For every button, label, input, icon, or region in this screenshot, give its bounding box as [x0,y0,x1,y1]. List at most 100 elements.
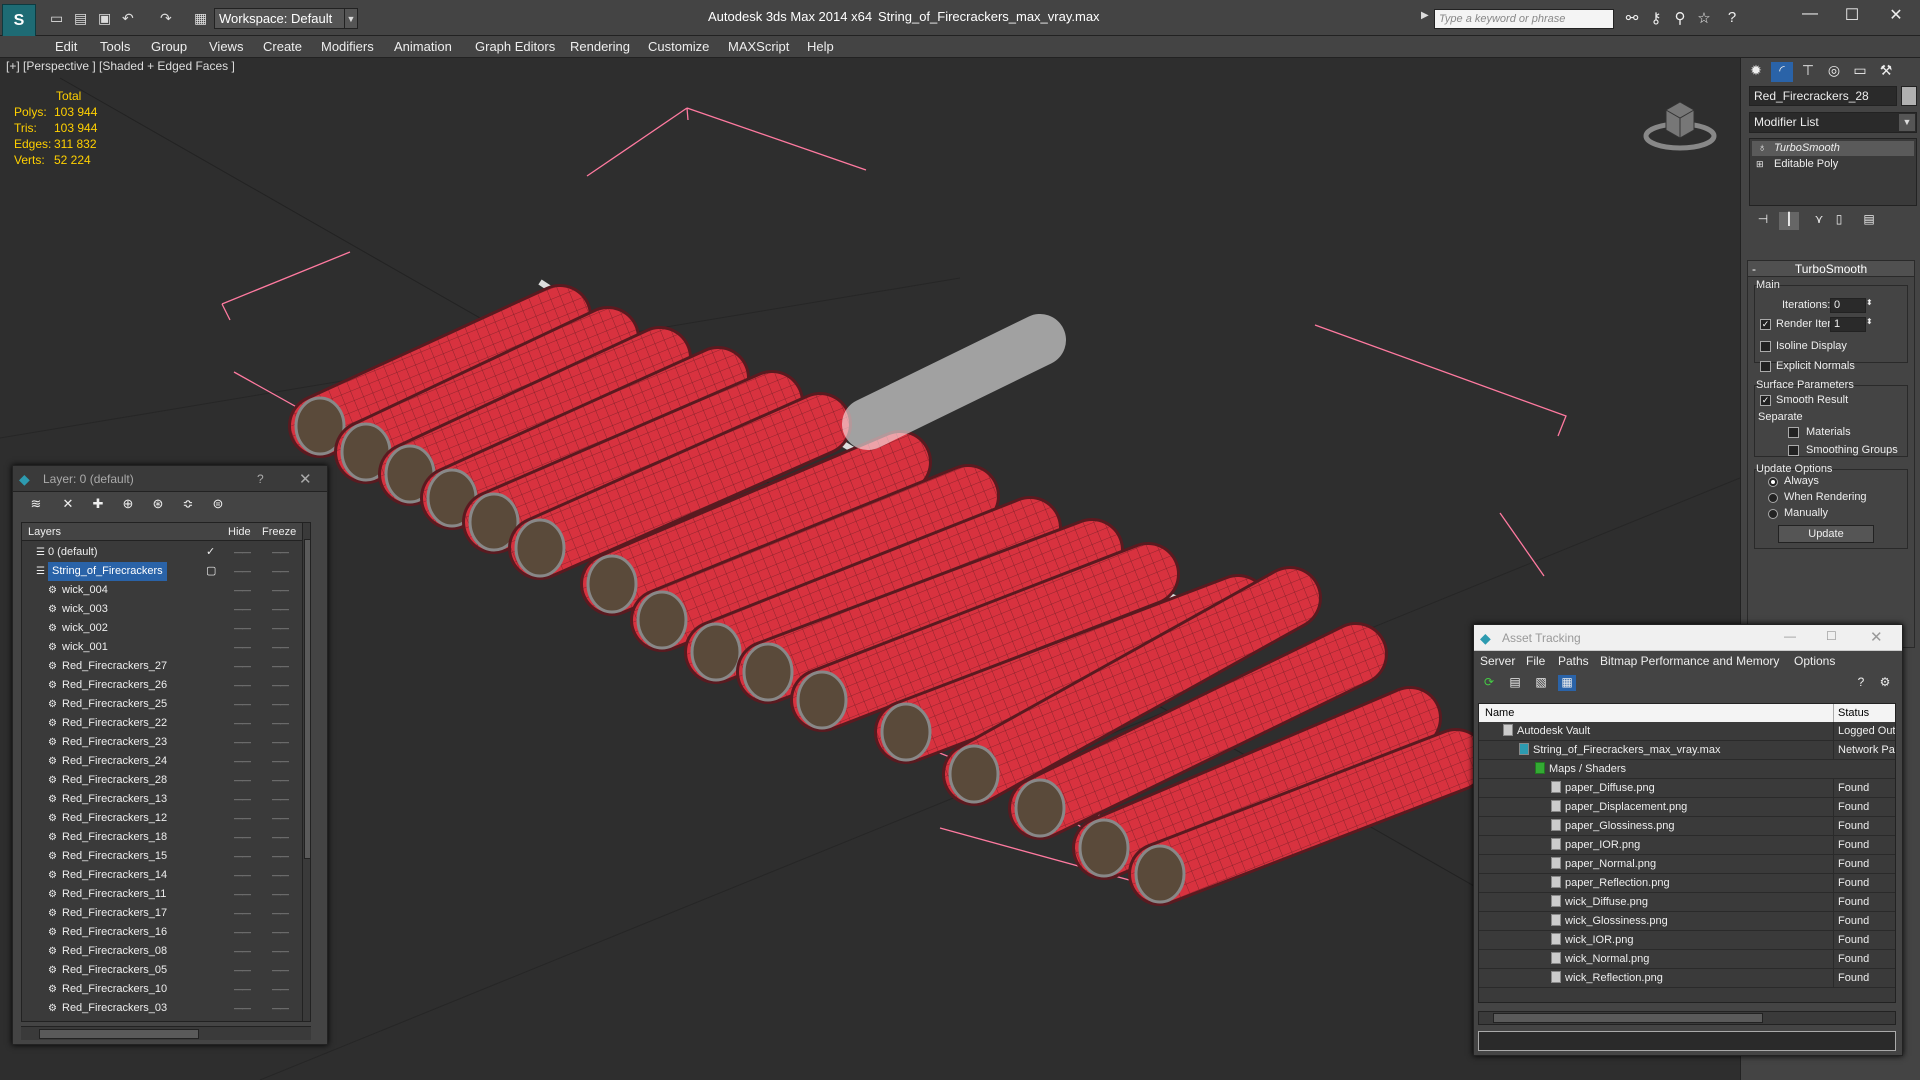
hide-toggle[interactable]: —— [234,600,251,619]
menu-tools[interactable]: Tools [100,39,130,54]
stack-item-turbosmooth[interactable]: ♁ TurboSmooth [1752,141,1914,156]
layer-row[interactable]: ⚙ Red_Firecrackers_14 —— —— [22,866,302,885]
delete-layer-icon[interactable]: ✕ [59,496,77,514]
layer-row[interactable]: ⚙ Red_Firecrackers_11 —— —— [22,885,302,904]
render-iters-checkbox[interactable]: ✓ [1760,319,1771,330]
layer-row[interactable]: ⚙ Red_Firecrackers_24 —— —— [22,752,302,771]
hide-all-icon[interactable]: ⊜ [209,496,227,514]
display-tab-icon[interactable]: ▭ [1849,62,1871,82]
help-icon[interactable]: ? [1722,9,1742,29]
layers-icon[interactable]: ≋ [27,496,45,514]
layer-row[interactable]: ⚙ wick_003 —— —— [22,600,302,619]
hide-toggle[interactable]: —— [234,619,251,638]
asset-row[interactable]: wick_Reflection.png Found [1479,969,1895,988]
asset-row[interactable]: paper_Reflection.png Found [1479,874,1895,893]
freeze-toggle[interactable]: —— [272,619,289,638]
create-tab-icon[interactable]: ✹ [1745,62,1767,82]
thumbnail-view-icon[interactable]: ▧ [1532,675,1550,691]
object-color-swatch[interactable] [1901,86,1917,106]
asset-row[interactable]: wick_Glossiness.png Found [1479,912,1895,931]
star-icon[interactable]: ☆ [1694,9,1714,29]
layer-row[interactable]: ⚙ Red_Firecrackers_05 —— —— [22,961,302,980]
hide-toggle[interactable]: —— [234,847,251,866]
make-current-layer-icon[interactable]: ▢ [206,562,216,581]
rollout-header[interactable]: - TurboSmooth [1748,261,1914,277]
asset-menu-paths[interactable]: Paths [1558,654,1589,668]
expand-icon[interactable]: ⊞ [1756,157,1764,172]
asset-path-field[interactable] [1478,1031,1896,1051]
asset-menu-server[interactable]: Server [1480,654,1515,668]
freeze-toggle[interactable]: —— [272,809,289,828]
stack-item-editable-poly[interactable]: ⊞ Editable Poly [1752,157,1914,172]
layer-row[interactable]: ⚙ wick_004 —— —— [22,581,302,600]
project-folder-icon[interactable]: ▦ [194,10,207,27]
binoculars-icon[interactable]: ⚯ [1622,9,1642,29]
hide-toggle[interactable]: —— [234,714,251,733]
chevron-down-icon[interactable]: ▼ [344,8,358,29]
isoline-display-checkbox[interactable] [1760,341,1771,352]
hide-toggle[interactable]: —— [234,676,251,695]
hide-toggle[interactable]: —— [234,942,251,961]
modifier-list-dropdown[interactable]: Modifier List [1749,112,1917,133]
redo-icon[interactable]: ↷ [160,10,172,27]
hide-toggle[interactable]: —— [234,695,251,714]
hide-toggle[interactable]: —— [234,885,251,904]
freeze-toggle[interactable]: —— [272,923,289,942]
undo-icon[interactable]: ↶ [122,10,134,27]
layer-row[interactable]: ⚙ Red_Firecrackers_15 —— —— [22,847,302,866]
asset-row[interactable]: wick_Diffuse.png Found [1479,893,1895,912]
close-icon[interactable]: ✕ [1876,5,1916,27]
layer-row[interactable]: ⚙ Red_Firecrackers_12 —— —— [22,809,302,828]
hide-toggle[interactable]: —— [234,790,251,809]
menu-edit[interactable]: Edit [55,39,77,54]
maximize-icon[interactable]: ☐ [1826,629,1837,643]
motion-tab-icon[interactable]: ◎ [1823,62,1845,82]
layer-row[interactable]: ☰ String_of_Firecrackers —— —— ▢ [22,562,302,581]
layer-row[interactable]: ⚙ Red_Firecrackers_18 —— —— [22,828,302,847]
freeze-toggle[interactable]: —— [272,961,289,980]
always-radio[interactable] [1768,477,1778,487]
layer-row[interactable]: ⚙ Red_Firecrackers_08 —— —— [22,942,302,961]
asset-horizontal-scrollbar[interactable] [1478,1011,1896,1025]
hide-toggle[interactable]: —— [234,581,251,600]
smoothing-groups-checkbox[interactable] [1788,445,1799,456]
asset-row[interactable]: Maps / Shaders [1479,760,1895,779]
layer-horizontal-scrollbar[interactable] [21,1026,311,1040]
scroll-thumb[interactable] [1493,1013,1763,1023]
freeze-toggle[interactable]: —— [272,543,289,562]
freeze-toggle[interactable]: —— [272,771,289,790]
layer-row[interactable]: ⚙ Red_Firecrackers_23 —— —— [22,733,302,752]
explicit-normals-checkbox[interactable] [1760,361,1771,372]
modify-tab-icon[interactable]: ◜ [1771,62,1793,82]
asset-row[interactable]: paper_Displacement.png Found [1479,798,1895,817]
new-file-icon[interactable]: ▭ [50,10,63,27]
help-icon[interactable]: ? [1852,675,1870,691]
freeze-toggle[interactable]: —— [272,657,289,676]
close-icon[interactable]: ✕ [299,470,312,488]
workspace-dropdown[interactable]: Workspace: Default [214,8,348,29]
hide-toggle[interactable]: —— [234,657,251,676]
menu-modifiers[interactable]: Modifiers [321,39,374,54]
open-file-icon[interactable]: ▤ [74,10,87,27]
asset-row[interactable]: wick_Normal.png Found [1479,950,1895,969]
pin-stack-icon[interactable]: ⊣ [1753,212,1773,230]
materials-checkbox[interactable] [1788,427,1799,438]
hide-toggle[interactable]: —— [234,999,251,1018]
key-icon[interactable]: ⚷ [1646,9,1666,29]
hide-toggle[interactable]: —— [234,828,251,847]
asset-menu-file[interactable]: File [1526,654,1545,668]
render-iters-spinner[interactable]: 1 [1830,317,1866,332]
layer-row[interactable]: ⚙ wick_002 —— —— [22,619,302,638]
hide-toggle[interactable]: —— [234,923,251,942]
spinner-arrows-icon[interactable]: ⬍ [1866,298,1873,307]
settings-icon[interactable]: ⚙ [1876,675,1894,691]
menu-animation[interactable]: Animation [394,39,452,54]
menu-graph-editors[interactable]: Graph Editors [475,39,555,54]
menu-customize[interactable]: Customize [648,39,709,54]
asset-row[interactable]: String_of_Firecrackers_max_vray.max Netwo… [1479,741,1895,760]
asset-window-title-bar[interactable]: ◆ Asset Tracking — ☐ ✕ [1474,625,1902,651]
maximize-icon[interactable]: ☐ [1832,5,1872,27]
when-rendering-radio[interactable] [1768,493,1778,503]
layer-row[interactable]: ⚙ Red_Firecrackers_26 —— —— [22,676,302,695]
add-layer-icon[interactable]: ✚ [89,496,107,514]
